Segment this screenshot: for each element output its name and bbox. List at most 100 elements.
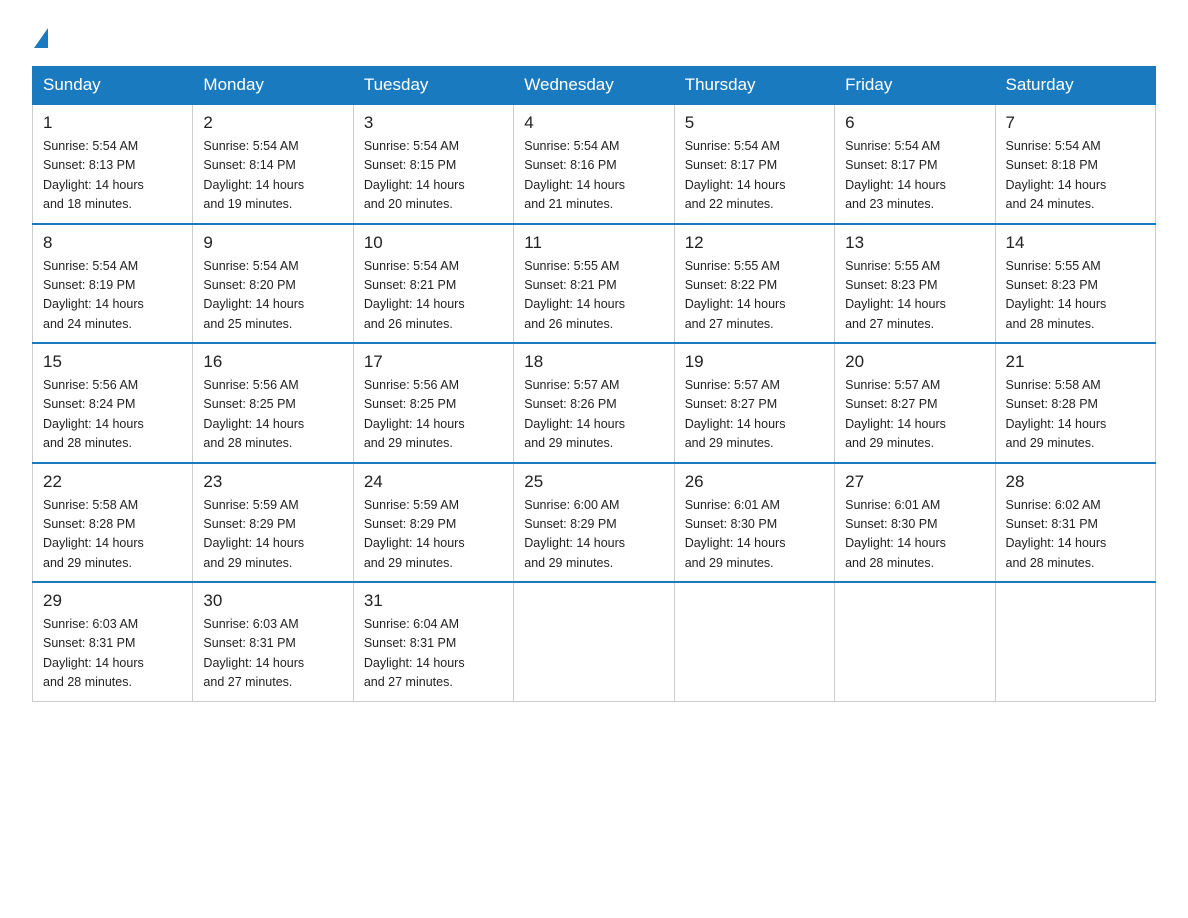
day-header-tuesday: Tuesday (353, 67, 513, 105)
day-info: Sunrise: 5:58 AMSunset: 8:28 PMDaylight:… (43, 496, 182, 574)
week-row-5: 29 Sunrise: 6:03 AMSunset: 8:31 PMDaylig… (33, 582, 1156, 701)
day-number: 3 (364, 113, 503, 133)
page-header (32, 24, 1156, 48)
day-info: Sunrise: 5:57 AMSunset: 8:26 PMDaylight:… (524, 376, 663, 454)
calendar-cell: 19 Sunrise: 5:57 AMSunset: 8:27 PMDaylig… (674, 343, 834, 463)
day-info: Sunrise: 5:55 AMSunset: 8:22 PMDaylight:… (685, 257, 824, 335)
day-info: Sunrise: 5:54 AMSunset: 8:17 PMDaylight:… (685, 137, 824, 215)
day-number: 21 (1006, 352, 1145, 372)
day-number: 9 (203, 233, 342, 253)
week-row-2: 8 Sunrise: 5:54 AMSunset: 8:19 PMDayligh… (33, 224, 1156, 344)
day-number: 17 (364, 352, 503, 372)
calendar-cell: 10 Sunrise: 5:54 AMSunset: 8:21 PMDaylig… (353, 224, 513, 344)
day-info: Sunrise: 6:02 AMSunset: 8:31 PMDaylight:… (1006, 496, 1145, 574)
day-info: Sunrise: 6:03 AMSunset: 8:31 PMDaylight:… (203, 615, 342, 693)
calendar-cell: 23 Sunrise: 5:59 AMSunset: 8:29 PMDaylig… (193, 463, 353, 583)
day-number: 5 (685, 113, 824, 133)
day-number: 8 (43, 233, 182, 253)
day-header-saturday: Saturday (995, 67, 1155, 105)
day-info: Sunrise: 5:54 AMSunset: 8:20 PMDaylight:… (203, 257, 342, 335)
day-number: 28 (1006, 472, 1145, 492)
calendar-cell: 5 Sunrise: 5:54 AMSunset: 8:17 PMDayligh… (674, 104, 834, 224)
day-info: Sunrise: 5:54 AMSunset: 8:14 PMDaylight:… (203, 137, 342, 215)
day-header-friday: Friday (835, 67, 995, 105)
day-number: 14 (1006, 233, 1145, 253)
day-info: Sunrise: 5:55 AMSunset: 8:23 PMDaylight:… (845, 257, 984, 335)
day-info: Sunrise: 5:54 AMSunset: 8:18 PMDaylight:… (1006, 137, 1145, 215)
day-number: 26 (685, 472, 824, 492)
calendar-table: SundayMondayTuesdayWednesdayThursdayFrid… (32, 66, 1156, 702)
day-info: Sunrise: 5:54 AMSunset: 8:16 PMDaylight:… (524, 137, 663, 215)
day-info: Sunrise: 5:59 AMSunset: 8:29 PMDaylight:… (203, 496, 342, 574)
day-info: Sunrise: 5:56 AMSunset: 8:24 PMDaylight:… (43, 376, 182, 454)
calendar-cell: 3 Sunrise: 5:54 AMSunset: 8:15 PMDayligh… (353, 104, 513, 224)
calendar-cell: 16 Sunrise: 5:56 AMSunset: 8:25 PMDaylig… (193, 343, 353, 463)
calendar-cell: 27 Sunrise: 6:01 AMSunset: 8:30 PMDaylig… (835, 463, 995, 583)
day-number: 25 (524, 472, 663, 492)
day-number: 27 (845, 472, 984, 492)
calendar-cell: 17 Sunrise: 5:56 AMSunset: 8:25 PMDaylig… (353, 343, 513, 463)
day-number: 12 (685, 233, 824, 253)
day-number: 1 (43, 113, 182, 133)
calendar-cell (835, 582, 995, 701)
day-number: 4 (524, 113, 663, 133)
calendar-cell: 11 Sunrise: 5:55 AMSunset: 8:21 PMDaylig… (514, 224, 674, 344)
calendar-cell: 21 Sunrise: 5:58 AMSunset: 8:28 PMDaylig… (995, 343, 1155, 463)
day-number: 13 (845, 233, 984, 253)
calendar-cell: 25 Sunrise: 6:00 AMSunset: 8:29 PMDaylig… (514, 463, 674, 583)
calendar-cell: 8 Sunrise: 5:54 AMSunset: 8:19 PMDayligh… (33, 224, 193, 344)
day-info: Sunrise: 5:57 AMSunset: 8:27 PMDaylight:… (845, 376, 984, 454)
day-header-monday: Monday (193, 67, 353, 105)
calendar-cell: 30 Sunrise: 6:03 AMSunset: 8:31 PMDaylig… (193, 582, 353, 701)
day-info: Sunrise: 5:57 AMSunset: 8:27 PMDaylight:… (685, 376, 824, 454)
day-info: Sunrise: 5:56 AMSunset: 8:25 PMDaylight:… (364, 376, 503, 454)
day-info: Sunrise: 5:55 AMSunset: 8:21 PMDaylight:… (524, 257, 663, 335)
calendar-cell: 31 Sunrise: 6:04 AMSunset: 8:31 PMDaylig… (353, 582, 513, 701)
day-info: Sunrise: 6:01 AMSunset: 8:30 PMDaylight:… (845, 496, 984, 574)
logo-triangle-icon (34, 28, 48, 48)
day-info: Sunrise: 5:54 AMSunset: 8:17 PMDaylight:… (845, 137, 984, 215)
day-number: 31 (364, 591, 503, 611)
day-info: Sunrise: 5:55 AMSunset: 8:23 PMDaylight:… (1006, 257, 1145, 335)
calendar-cell: 24 Sunrise: 5:59 AMSunset: 8:29 PMDaylig… (353, 463, 513, 583)
day-header-sunday: Sunday (33, 67, 193, 105)
day-number: 6 (845, 113, 984, 133)
calendar-cell: 9 Sunrise: 5:54 AMSunset: 8:20 PMDayligh… (193, 224, 353, 344)
day-number: 23 (203, 472, 342, 492)
day-info: Sunrise: 6:01 AMSunset: 8:30 PMDaylight:… (685, 496, 824, 574)
day-number: 19 (685, 352, 824, 372)
day-number: 15 (43, 352, 182, 372)
day-info: Sunrise: 6:00 AMSunset: 8:29 PMDaylight:… (524, 496, 663, 574)
day-info: Sunrise: 6:03 AMSunset: 8:31 PMDaylight:… (43, 615, 182, 693)
day-info: Sunrise: 5:56 AMSunset: 8:25 PMDaylight:… (203, 376, 342, 454)
week-row-3: 15 Sunrise: 5:56 AMSunset: 8:24 PMDaylig… (33, 343, 1156, 463)
calendar-cell: 2 Sunrise: 5:54 AMSunset: 8:14 PMDayligh… (193, 104, 353, 224)
day-info: Sunrise: 5:54 AMSunset: 8:19 PMDaylight:… (43, 257, 182, 335)
days-header-row: SundayMondayTuesdayWednesdayThursdayFrid… (33, 67, 1156, 105)
day-number: 20 (845, 352, 984, 372)
day-number: 24 (364, 472, 503, 492)
calendar-cell: 7 Sunrise: 5:54 AMSunset: 8:18 PMDayligh… (995, 104, 1155, 224)
day-info: Sunrise: 5:54 AMSunset: 8:13 PMDaylight:… (43, 137, 182, 215)
calendar-cell: 20 Sunrise: 5:57 AMSunset: 8:27 PMDaylig… (835, 343, 995, 463)
calendar-cell: 6 Sunrise: 5:54 AMSunset: 8:17 PMDayligh… (835, 104, 995, 224)
day-info: Sunrise: 5:58 AMSunset: 8:28 PMDaylight:… (1006, 376, 1145, 454)
calendar-cell (674, 582, 834, 701)
logo (32, 24, 48, 48)
calendar-cell: 1 Sunrise: 5:54 AMSunset: 8:13 PMDayligh… (33, 104, 193, 224)
calendar-cell: 22 Sunrise: 5:58 AMSunset: 8:28 PMDaylig… (33, 463, 193, 583)
day-header-wednesday: Wednesday (514, 67, 674, 105)
day-number: 16 (203, 352, 342, 372)
calendar-cell: 12 Sunrise: 5:55 AMSunset: 8:22 PMDaylig… (674, 224, 834, 344)
day-header-thursday: Thursday (674, 67, 834, 105)
day-number: 22 (43, 472, 182, 492)
calendar-cell: 15 Sunrise: 5:56 AMSunset: 8:24 PMDaylig… (33, 343, 193, 463)
day-number: 18 (524, 352, 663, 372)
day-info: Sunrise: 5:54 AMSunset: 8:15 PMDaylight:… (364, 137, 503, 215)
calendar-cell: 13 Sunrise: 5:55 AMSunset: 8:23 PMDaylig… (835, 224, 995, 344)
calendar-cell: 29 Sunrise: 6:03 AMSunset: 8:31 PMDaylig… (33, 582, 193, 701)
day-info: Sunrise: 6:04 AMSunset: 8:31 PMDaylight:… (364, 615, 503, 693)
day-info: Sunrise: 5:59 AMSunset: 8:29 PMDaylight:… (364, 496, 503, 574)
calendar-cell: 28 Sunrise: 6:02 AMSunset: 8:31 PMDaylig… (995, 463, 1155, 583)
calendar-cell: 26 Sunrise: 6:01 AMSunset: 8:30 PMDaylig… (674, 463, 834, 583)
